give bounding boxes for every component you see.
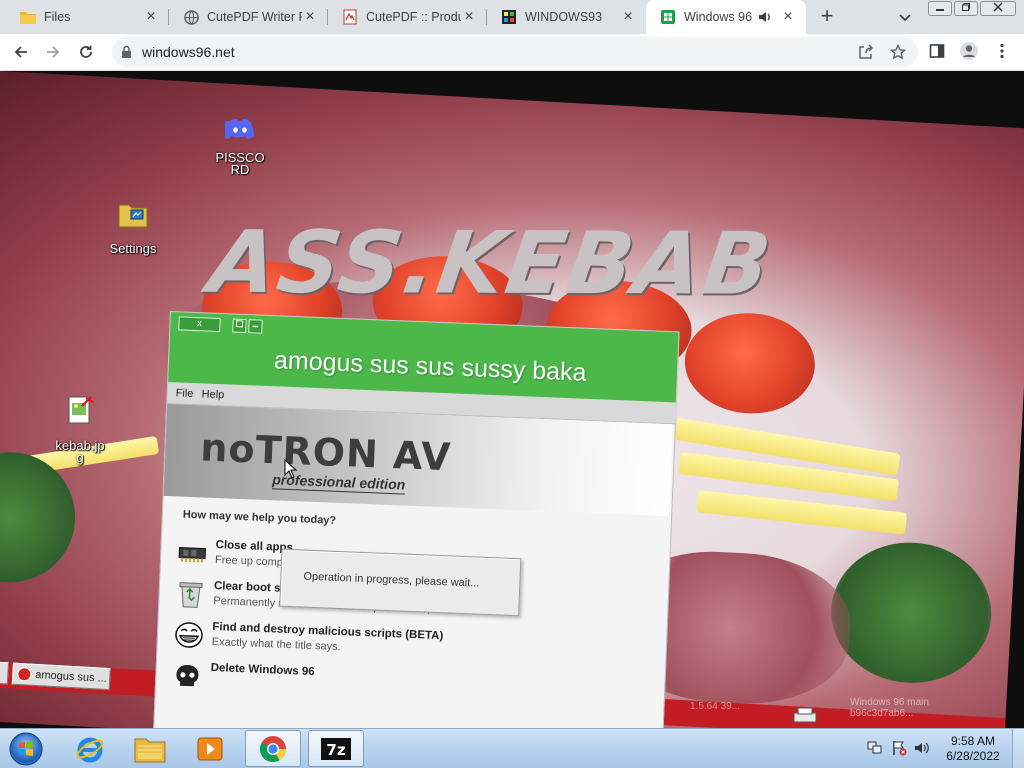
folder-icon	[20, 9, 36, 25]
reload-button[interactable]	[74, 40, 98, 64]
lock-icon[interactable]	[121, 45, 132, 64]
address-bar[interactable]: windows96.net	[112, 37, 918, 67]
desktop-icon-settings[interactable]: Settings	[93, 199, 173, 255]
new-tab-button[interactable]: +	[815, 5, 839, 29]
share-icon[interactable]	[855, 41, 877, 63]
tab-windows93[interactable]: WINDOWS93 ×	[487, 0, 646, 34]
taskbar-button-amogus[interactable]: amogus sus ...	[11, 662, 111, 691]
wallpaper-greens	[0, 448, 79, 586]
forward-button[interactable]	[41, 40, 65, 64]
desktop-icon-label: Settings	[109, 241, 157, 256]
option-description: Exactly what the title says.	[211, 635, 341, 654]
bookmark-star-icon[interactable]	[887, 41, 909, 63]
clock-date: 6/28/2022	[946, 749, 1000, 763]
image-file-icon	[64, 394, 96, 426]
file-explorer-icon[interactable]	[122, 730, 178, 767]
tab-title: CutePDF Writer R	[207, 10, 302, 24]
notron-banner: noTRON AV professional edition	[163, 403, 673, 517]
pdf-icon	[342, 9, 358, 25]
windows-taskbar: 7z 9:58 AM 6/28/2022	[0, 728, 1024, 768]
globe-icon	[183, 9, 199, 25]
trollface-icon	[173, 619, 204, 650]
option-delete-windows96[interactable]: Delete Windows 96	[172, 660, 533, 710]
os-watermark: Windows 96 main b96c3d7ab6...	[850, 697, 929, 719]
minimize-window-button[interactable]	[928, 1, 952, 16]
notron-logo: noTRON AV	[199, 425, 453, 480]
browser-tab-strip: Files × CutePDF Writer R × CutePDF :: Pr…	[0, 0, 1024, 34]
back-button[interactable]	[9, 40, 33, 64]
chrome-icon[interactable]	[245, 730, 301, 767]
mouse-cursor-icon	[284, 458, 298, 479]
wallpaper-tomato	[682, 309, 818, 417]
desktop-icon-label: RD	[230, 162, 250, 177]
os-build-watermark: 1.5.64 39...	[690, 701, 741, 712]
side-panel-icon[interactable]	[926, 40, 948, 62]
internet-explorer-icon[interactable]	[62, 730, 118, 767]
tab-audio-icon[interactable]	[758, 9, 774, 25]
window-body: noTRON AV professional edition How may w…	[152, 402, 676, 728]
taskbar-button-beer[interactable]: beer	[0, 660, 9, 685]
menu-help[interactable]: Help	[201, 388, 224, 401]
notron-small-icon	[16, 666, 32, 682]
tab-search-chevron-icon[interactable]	[895, 7, 915, 27]
7zip-icon[interactable]: 7z	[308, 730, 364, 767]
action-center-flag-icon[interactable]	[890, 739, 908, 757]
help-question: How may we help you today?	[182, 508, 337, 527]
recycle-bin-icon	[175, 578, 206, 609]
window-minimize-button[interactable]	[248, 319, 263, 334]
start-orb-icon[interactable]	[6, 731, 46, 767]
settings-icon	[117, 199, 149, 229]
os-watermark-line2: b96c3d7ab6...	[850, 708, 914, 719]
tab-title: WINDOWS93	[525, 10, 603, 24]
skull-icon	[172, 660, 203, 691]
taskbar-button-label: amogus sus ...	[35, 668, 108, 685]
profile-avatar-icon[interactable]	[958, 40, 980, 62]
close-tab-icon[interactable]: ×	[461, 9, 477, 25]
url-text: windows96.net	[142, 44, 235, 60]
volume-icon[interactable]	[913, 739, 931, 757]
discord-icon	[222, 118, 255, 140]
tab-title: Windows 96	[684, 10, 753, 24]
windows96-icon	[660, 9, 676, 25]
window-maximize-button[interactable]	[232, 318, 247, 334]
window-close-button[interactable]: x	[178, 316, 221, 333]
notron-av-window[interactable]: x amogus sus sus sussy baka File Help no…	[152, 311, 680, 728]
tab-title: CutePDF :: Produc	[366, 10, 461, 24]
close-tab-icon[interactable]: ×	[302, 9, 318, 25]
tab-cutepdf-writer[interactable]: CutePDF Writer R ×	[169, 0, 328, 34]
network-icon[interactable]	[866, 739, 884, 757]
wallpaper-greens	[827, 538, 995, 688]
restore-window-button[interactable]	[954, 1, 978, 16]
tab-files[interactable]: Files ×	[6, 0, 169, 34]
web-page-viewport: ASS.KEBAB beer amogus sus ... PISSCO RD …	[0, 71, 1024, 728]
os-watermark-line1: Windows 96 main	[850, 697, 929, 708]
window-title: amogus sus sus sussy baka	[273, 346, 588, 387]
progress-dialog[interactable]: Operation in progress, please wait...	[279, 548, 522, 617]
progress-dialog-text: Operation in progress, please wait...	[303, 570, 480, 590]
browser-toolbar: windows96.net	[0, 34, 1024, 71]
browser-menu-icon[interactable]	[991, 40, 1013, 62]
desktop-icon-kebab-jpg[interactable]: kebab.jp g	[40, 394, 120, 464]
printer-icon[interactable]	[792, 707, 818, 725]
tab-windows96[interactable]: Windows 96 ×	[646, 0, 806, 34]
close-window-button[interactable]	[980, 1, 1016, 16]
show-desktop-button[interactable]	[1012, 729, 1024, 768]
tab-title: Files	[44, 10, 71, 24]
desktop-icon-label: g	[76, 450, 84, 465]
menu-file[interactable]: File	[175, 387, 193, 400]
clock-time: 9:58 AM	[950, 734, 996, 748]
close-tab-icon[interactable]: ×	[143, 9, 159, 25]
close-tab-icon[interactable]: ×	[620, 9, 636, 25]
option-title: Delete Windows 96	[210, 661, 315, 679]
windows93-icon	[501, 9, 517, 25]
wallpaper-headline: ASS.KEBAB	[202, 212, 779, 315]
close-tab-icon[interactable]: ×	[780, 9, 796, 25]
memory-chip-icon	[177, 538, 208, 569]
desktop-icon-pissco-rd[interactable]: PISSCO RD	[200, 118, 280, 176]
tab-cutepdf-products[interactable]: CutePDF :: Produc ×	[328, 0, 487, 34]
system-clock[interactable]: 9:58 AM 6/28/2022	[940, 734, 1006, 764]
svg-text:7z: 7z	[326, 741, 345, 759]
media-player-icon[interactable]	[182, 730, 238, 767]
